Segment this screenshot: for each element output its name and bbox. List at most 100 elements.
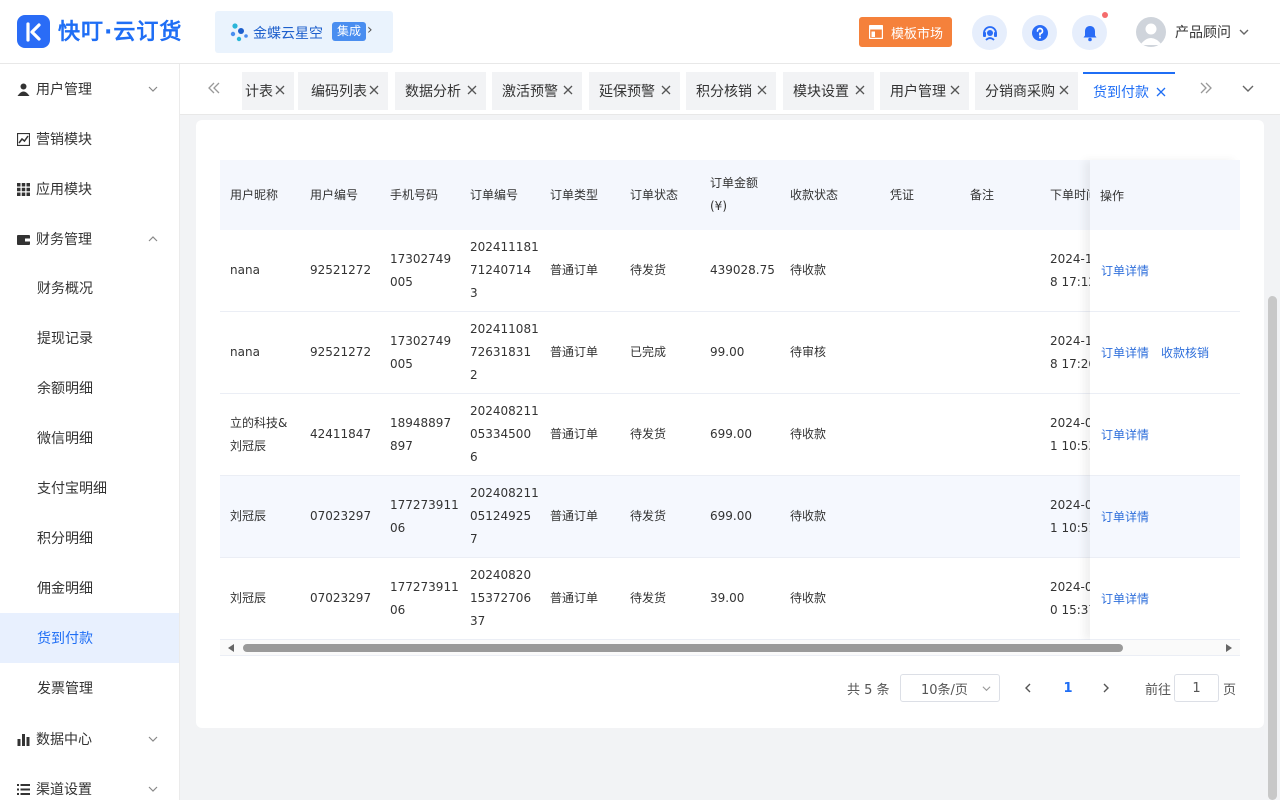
sidebar-item-apps[interactable]: 应用模块 [0,164,179,214]
action-cell: 订单详情 收款核销 [1090,312,1240,394]
sidebar-item-cash-on-delivery[interactable]: 货到付款 [0,613,179,663]
sidebar-item-withdraw-records[interactable]: 提现记录 [0,313,179,363]
col-header[interactable]: 订单金额 (¥) [710,160,758,230]
sidebar-item-label: 支付宝明细 [37,481,107,497]
col-header[interactable]: 手机号码 [390,160,438,230]
col-header[interactable]: 用户编号 [310,160,358,230]
page-vertical-scrollbar[interactable] [1268,296,1277,800]
notification-button[interactable] [1072,15,1107,50]
tab-user-management[interactable]: 用户管理 [880,72,969,110]
chevron-down-icon[interactable] [1239,27,1249,37]
scroll-right-arrow-icon[interactable] [1226,644,1232,652]
kingdee-icon [230,23,248,42]
table-cell: 39.00 [710,591,745,605]
tab-cash-on-delivery[interactable]: 货到付款 [1083,72,1175,110]
template-market-button[interactable]: 模板市场 [859,17,952,47]
sidebar-item-wechat-details[interactable]: 微信明细 [0,413,179,463]
close-icon[interactable] [368,84,380,96]
table-header-row: 用户昵称 用户编号 手机号码 订单编号 订单类型 订单状态 订单金额 (¥) 收… [220,160,1240,230]
sidebar-item-finance[interactable]: 财务管理 [0,214,179,264]
tab-label: 激活预警 [502,84,558,100]
sidebar-item-alipay-details[interactable]: 支付宝明细 [0,463,179,513]
action-cell: 订单详情 [1090,394,1240,476]
order-detail-link[interactable]: 订单详情 [1101,508,1149,525]
next-page-button[interactable] [1092,674,1120,702]
close-icon[interactable] [660,84,672,96]
user-avatar-icon [1140,23,1162,45]
help-button[interactable] [1022,15,1057,50]
chevron-down-icon[interactable] [1238,78,1258,98]
sidebar: 用户管理 营销模块 应用模块 财务管理 财务概况 提现记录 余额明细 微信明细 … [0,64,180,800]
table-cell: 18948897 897 [390,415,452,453]
tab-warranty-alert[interactable]: 延保预警 [589,72,680,110]
tab-code-list[interactable]: 编码列表 [298,72,388,110]
table-row[interactable]: nana 92521272 17302749 005 202411081 726… [220,312,1240,394]
integration-banner[interactable]: 金蝶云星空 集成 › [215,11,393,53]
scrollbar-thumb[interactable] [243,644,1123,652]
chevron-left-icon [1025,683,1031,693]
table-cell: 07023297 [310,591,372,605]
close-icon[interactable] [949,84,961,96]
close-icon[interactable] [274,84,286,96]
sidebar-item-marketing[interactable]: 营销模块 [0,114,179,164]
col-header[interactable]: 用户昵称 [230,160,278,230]
table-row[interactable]: nana 92521272 17302749 005 202411181 712… [220,230,1240,312]
table-row[interactable]: 立的科技& 刘冠辰 42411847 18948897 897 20240821… [220,394,1240,476]
close-icon[interactable] [854,84,866,96]
close-icon[interactable] [1155,86,1167,98]
tab-module-settings[interactable]: 模块设置 [783,72,874,110]
logo-icon [25,21,41,42]
table-horizontal-scrollbar[interactable] [220,640,1240,656]
goto-page-input[interactable] [1174,674,1219,702]
integration-name: 金蝶云星空 [253,26,323,42]
order-detail-link[interactable]: 订单详情 [1101,262,1149,279]
order-detail-link[interactable]: 订单详情 [1101,344,1149,361]
avatar[interactable] [1136,17,1166,47]
table-cell: 待发货 [630,591,667,605]
sidebar-item-channel-settings[interactable]: 渠道设置 [0,764,179,800]
tab-points-writeoff[interactable]: 积分核销 [686,72,776,110]
table-cell: 202408211 05124925 7 [470,486,539,546]
sidebar-item-data-center[interactable]: 数据中心 [0,714,179,764]
close-icon[interactable] [562,84,574,96]
table-cell: 699.00 [710,509,752,523]
customer-service-button[interactable] [972,15,1007,50]
close-icon[interactable] [756,84,768,96]
double-chevron-right-icon[interactable] [1196,78,1216,98]
table-cell: 92521272 [310,263,372,277]
sidebar-item-commission-details[interactable]: 佣金明细 [0,563,179,613]
app-logo[interactable] [17,15,50,48]
sidebar-item-user-management[interactable]: 用户管理 [0,64,179,114]
order-detail-link[interactable]: 订单详情 [1101,426,1149,443]
sidebar-item-invoice-management[interactable]: 发票管理 [0,663,179,713]
table-cell: 待收款 [790,509,827,523]
col-header[interactable]: 订单状态 [630,160,678,230]
close-icon[interactable] [466,84,478,96]
tab-statistics[interactable]: 计表 [242,72,294,110]
prev-page-button[interactable] [1014,674,1042,702]
col-header[interactable]: 订单编号 [470,160,518,230]
scroll-left-arrow-icon[interactable] [228,644,234,652]
tab-activation-alert[interactable]: 激活预警 [492,72,582,110]
close-icon[interactable] [1058,84,1070,96]
page-size-select[interactable]: 10条/页 [900,674,1000,702]
col-header[interactable]: 收款状态 [790,160,838,230]
tab-label: 数据分析 [405,84,461,100]
col-header[interactable]: 备注 [970,160,994,230]
tab-distributor-purchase[interactable]: 分销商采购 [975,72,1078,110]
sidebar-item-finance-overview[interactable]: 财务概况 [0,263,179,313]
tab-label: 计表 [245,84,273,100]
sidebar-item-points-details[interactable]: 积分明细 [0,513,179,563]
col-header[interactable]: 订单类型 [550,160,598,230]
tab-data-analysis[interactable]: 数据分析 [395,72,486,110]
double-chevron-left-icon[interactable] [204,78,224,98]
user-name[interactable]: 产品顾问 [1175,22,1231,42]
order-detail-link[interactable]: 订单详情 [1101,590,1149,607]
table-row[interactable]: 刘冠辰 07023297 177273911 06 20240820 15372… [220,558,1240,640]
table-row[interactable]: 刘冠辰 07023297 177273911 06 202408211 0512… [220,476,1240,558]
sidebar-item-balance-details[interactable]: 余额明细 [0,363,179,413]
payment-verify-link[interactable]: 收款核销 [1161,344,1209,361]
page-number-current[interactable]: 1 [1054,674,1082,702]
help-icon [1031,24,1048,41]
col-header[interactable]: 凭证 [890,160,914,230]
